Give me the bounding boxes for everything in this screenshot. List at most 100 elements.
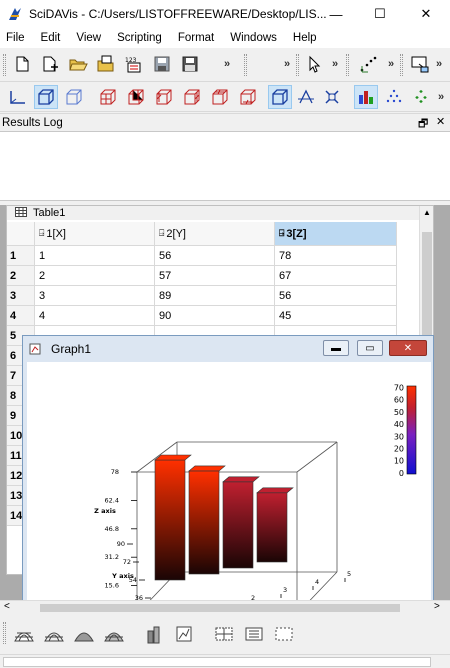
close-button[interactable]: ✕ <box>406 0 446 28</box>
column-header-x[interactable]: ⍈ 1[X] <box>35 222 155 246</box>
table-cell[interactable]: 78 <box>275 246 397 266</box>
toolbar-grip[interactable] <box>400 54 403 76</box>
table-cell[interactable]: 4 <box>35 306 155 326</box>
toolbar-overflow-6[interactable]: » <box>438 91 444 103</box>
open-template-icon[interactable] <box>94 52 118 76</box>
grid-right-icon[interactable] <box>180 85 204 109</box>
pointer-icon[interactable] <box>302 52 326 76</box>
row-header[interactable]: 3 <box>7 286 35 306</box>
save-icon[interactable] <box>150 52 174 76</box>
grid-floor-icon[interactable] <box>236 85 260 109</box>
maximize-button[interactable]: ☐ <box>360 0 400 28</box>
graph-restore-button[interactable]: ▭ <box>357 340 383 356</box>
plot-3d-axes-icon[interactable] <box>6 85 30 109</box>
menu-edit[interactable]: Edit <box>33 32 69 44</box>
close-panel-button[interactable]: ✕ <box>436 115 445 128</box>
scroll-thumb[interactable] <box>40 604 400 612</box>
row-header[interactable]: 2 <box>7 266 35 286</box>
perspective-icon[interactable] <box>268 85 292 109</box>
grid-left-icon[interactable] <box>152 85 176 109</box>
table-cell[interactable]: 90 <box>155 306 275 326</box>
grid-ceil-icon[interactable] <box>208 85 232 109</box>
toolbar-grip[interactable] <box>3 54 6 76</box>
table-cell[interactable]: 56 <box>155 246 275 266</box>
screen-reader-icon[interactable] <box>408 52 432 76</box>
table-cell[interactable]: 67 <box>275 266 397 286</box>
toolbar-grip[interactable] <box>296 54 299 76</box>
toolbar-overflow-2[interactable]: » <box>284 58 290 70</box>
menu-help[interactable]: Help <box>285 32 325 44</box>
cross-points-icon[interactable] <box>410 85 434 109</box>
data-points-icon[interactable] <box>356 52 380 76</box>
table-window-title-bar[interactable]: Table1 <box>7 206 433 220</box>
menu-file[interactable]: File <box>0 32 33 44</box>
title-bar: SciDAVis - C:/Users/LISTOFFREEWARE/Deskt… <box>0 0 450 28</box>
bar-top-face <box>222 476 260 483</box>
toolbar-grip[interactable] <box>244 54 247 76</box>
menu-format[interactable]: Format <box>170 32 222 44</box>
grid-front-icon[interactable] <box>124 85 148 109</box>
scroll-right-icon[interactable]: > <box>434 601 440 612</box>
graph-title: Graph1 <box>51 342 92 356</box>
plot-3d-frame-icon[interactable] <box>34 85 58 109</box>
menu-windows[interactable]: Windows <box>222 32 285 44</box>
table-cell[interactable]: 45 <box>275 306 397 326</box>
scatter-points-icon[interactable] <box>382 85 406 109</box>
bars-style-icon[interactable] <box>142 622 166 646</box>
results-log-header: Results Log 🗗 ✕ <box>0 113 450 131</box>
scroll-left-icon[interactable]: < <box>4 601 10 612</box>
toolbar-grip[interactable] <box>346 54 349 76</box>
table-cell[interactable]: 3 <box>35 286 155 306</box>
floor-projection-icon[interactable] <box>172 622 196 646</box>
hidden-line-icon[interactable] <box>42 622 66 646</box>
scroll-up-icon[interactable]: ▲ <box>423 208 431 217</box>
table-cell[interactable]: 56 <box>275 286 397 306</box>
wireframe-icon[interactable] <box>12 622 36 646</box>
column-header-z[interactable]: ⍈ 3[Z] <box>275 222 397 246</box>
new-project-icon[interactable] <box>10 52 34 76</box>
toolbar-grip[interactable] <box>3 622 6 644</box>
floor-isolines-icon[interactable] <box>242 622 266 646</box>
toolbar-overflow-5[interactable]: » <box>436 58 442 70</box>
plot-3d-canvas[interactable]: 7862.446.831.215.6Z axis9072543618Y axis… <box>27 362 431 606</box>
menu-scripting[interactable]: Scripting <box>109 32 170 44</box>
table-title: Table1 <box>33 207 66 219</box>
menu-view[interactable]: View <box>68 32 109 44</box>
table-cell[interactable]: 89 <box>155 286 275 306</box>
toolbar-overflow-4[interactable]: » <box>388 58 394 70</box>
grid-back-icon[interactable] <box>96 85 120 109</box>
column-header-y[interactable]: ⍈ 2[Y] <box>155 222 275 246</box>
window-title: SciDAVis - C:/Users/LISTOFFREEWARE/Deskt… <box>29 7 327 21</box>
table-cell[interactable]: 1 <box>35 246 155 266</box>
row-header[interactable]: 1 <box>7 246 35 266</box>
graph-close-button[interactable]: ✕ <box>389 340 427 356</box>
graph-minimize-button[interactable]: ▬ <box>323 340 349 356</box>
table-cell[interactable]: 57 <box>155 266 275 286</box>
table-cell[interactable]: 2 <box>35 266 155 286</box>
filled-mesh-icon[interactable] <box>102 622 126 646</box>
floor-data-icon[interactable] <box>212 622 236 646</box>
workspace-horizontal-scrollbar[interactable]: < > <box>0 600 450 614</box>
bars-plot-icon[interactable] <box>354 85 378 109</box>
graph-window-title-bar[interactable]: Graph1 ▬ ▭ ✕ <box>23 336 433 362</box>
open-folder-icon[interactable] <box>66 52 90 76</box>
floor-empty-icon[interactable] <box>272 622 296 646</box>
new-table-icon[interactable] <box>38 52 62 76</box>
colorbar-tick-label: 40 <box>394 420 404 429</box>
toolbar-overflow-3[interactable]: » <box>332 58 338 70</box>
corner-cell[interactable] <box>7 222 35 246</box>
graph-window[interactable]: Graph1 ▬ ▭ ✕ 78 62.4 46.8 31.2 15.6 Z axi <box>22 335 434 606</box>
plot-frame-edge <box>296 441 338 473</box>
row-header[interactable]: 4 <box>7 306 35 326</box>
polygon-style-icon[interactable] <box>72 622 96 646</box>
z-axis-tick-label: 31.2 <box>105 553 119 561</box>
bar <box>188 470 220 575</box>
plot-3d-box-icon[interactable] <box>62 85 86 109</box>
import-ascii-icon[interactable]: 123 <box>122 52 146 76</box>
results-log-area[interactable] <box>0 131 450 201</box>
toolbar-overflow-1[interactable]: » <box>224 58 230 70</box>
minimize-button[interactable]: — <box>316 0 356 28</box>
save-as-icon[interactable] <box>178 52 202 76</box>
rotate-icon[interactable] <box>294 85 318 109</box>
scale-icon[interactable] <box>320 85 344 109</box>
